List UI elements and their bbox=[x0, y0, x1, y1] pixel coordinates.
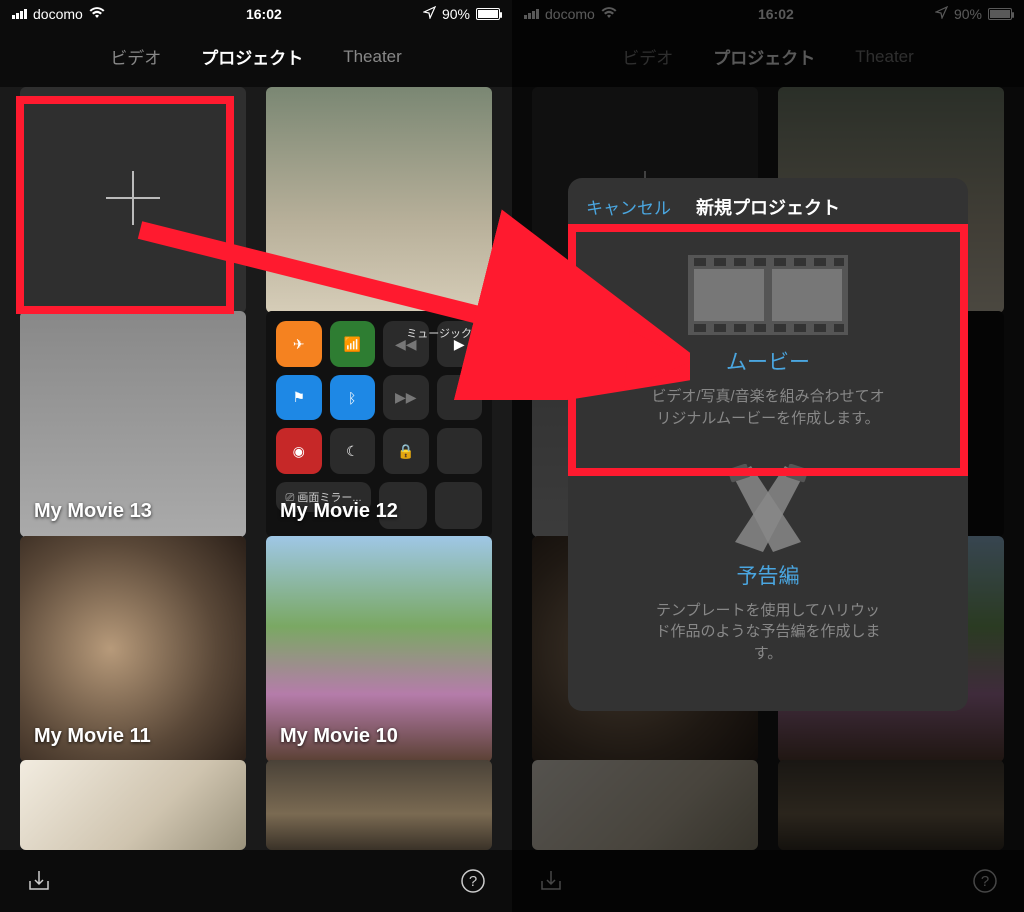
wifi-icon bbox=[89, 6, 105, 22]
top-tabs: ビデオ プロジェクト Theater bbox=[0, 28, 512, 87]
option-movie-title: ムービー bbox=[598, 346, 938, 376]
project-thumbnail bbox=[20, 760, 246, 850]
cellular-icon: 📶 bbox=[330, 321, 376, 367]
project-tile[interactable] bbox=[266, 760, 492, 850]
wifi-icon bbox=[601, 6, 617, 22]
project-title-label: My Movie 10 bbox=[280, 725, 398, 748]
phone-right: docomo 16:02 90% ビデオ プロジェクト Theater bbox=[512, 0, 1024, 912]
lock-icon: 🔒 bbox=[383, 428, 429, 474]
tab-video[interactable]: ビデオ bbox=[622, 44, 673, 69]
signal-icon bbox=[12, 9, 27, 19]
spacer bbox=[435, 482, 483, 530]
tutorial-composite: docomo 16:02 90% ビデオ プロジェクト Theater bbox=[0, 0, 1024, 912]
dnd-icon: ☾ bbox=[330, 428, 376, 474]
bluetooth-icon: ᛒ bbox=[330, 375, 376, 421]
help-button[interactable]: ? bbox=[456, 864, 490, 898]
tab-theater[interactable]: Theater bbox=[855, 47, 914, 67]
wifi-toggle-icon: ⚑ bbox=[276, 375, 322, 421]
music-next-icon: ▶▶ bbox=[383, 375, 429, 421]
signal-icon bbox=[524, 9, 539, 19]
battery-pct-label: 90% bbox=[442, 6, 470, 22]
airplane-icon: ✈ bbox=[276, 321, 322, 367]
project-title-label: My Movie 11 bbox=[34, 725, 151, 748]
project-tile[interactable] bbox=[266, 87, 492, 313]
spotlights-icon bbox=[598, 464, 938, 554]
project-thumbnail bbox=[266, 87, 492, 313]
project-tile-12[interactable]: ミュージック ✈ 📶 ◀◀ ▶ ⚑ ᛒ ▶▶ bbox=[266, 311, 492, 537]
project-title-label: My Movie 12 bbox=[280, 500, 398, 523]
new-project-modal: キャンセル 新規プロジェクト ムービー ビデオ/写真/ bbox=[568, 178, 968, 711]
help-button[interactable]: ? bbox=[968, 864, 1002, 898]
record-icon: ◉ bbox=[276, 428, 322, 474]
cc-music-label: ミュージック bbox=[406, 325, 472, 341]
project-tile bbox=[532, 760, 758, 850]
tab-project[interactable]: プロジェクト bbox=[201, 44, 303, 69]
project-tile-11[interactable]: My Movie 11 bbox=[20, 536, 246, 762]
top-tabs: ビデオ プロジェクト Theater bbox=[512, 28, 1024, 87]
battery-pct-label: 90% bbox=[954, 6, 982, 22]
plus-icon bbox=[98, 163, 168, 238]
option-trailer-desc: テンプレートを使用してハリウッ ド作品のような予告編を作成しま す。 bbox=[598, 600, 938, 665]
cancel-button[interactable]: キャンセル bbox=[586, 194, 671, 219]
tab-project[interactable]: プロジェクト bbox=[713, 44, 815, 69]
status-bar: docomo 16:02 90% bbox=[512, 0, 1024, 28]
spacer bbox=[437, 375, 483, 421]
location-icon bbox=[423, 6, 436, 22]
project-tile[interactable] bbox=[20, 760, 246, 850]
project-grid: My Movie 13 ミュージック ✈ 📶 ◀◀ ▶ ⚑ bbox=[0, 87, 512, 850]
battery-icon bbox=[476, 8, 500, 20]
import-button[interactable] bbox=[534, 864, 568, 898]
bottom-toolbar: ? bbox=[512, 850, 1024, 912]
project-thumbnail bbox=[266, 760, 492, 850]
clock-label: 16:02 bbox=[246, 6, 282, 22]
project-title-label: My Movie 13 bbox=[34, 500, 152, 523]
tab-video[interactable]: ビデオ bbox=[110, 44, 161, 69]
carrier-label: docomo bbox=[33, 6, 83, 22]
import-button[interactable] bbox=[22, 864, 56, 898]
project-tile-10[interactable]: My Movie 10 bbox=[266, 536, 492, 762]
status-bar: docomo 16:02 90% bbox=[0, 0, 512, 28]
tab-theater[interactable]: Theater bbox=[343, 47, 402, 67]
option-movie[interactable]: ムービー ビデオ/写真/音楽を組み合わせてオ リジナルムービーを作成します。 bbox=[568, 238, 968, 452]
project-tile-13[interactable]: My Movie 13 bbox=[20, 311, 246, 537]
bottom-toolbar: ? bbox=[0, 850, 512, 912]
option-movie-desc: ビデオ/写真/音楽を組み合わせてオ リジナルムービーを作成します。 bbox=[598, 386, 938, 430]
filmstrip-icon bbox=[598, 250, 938, 340]
new-project-tile[interactable] bbox=[20, 87, 246, 313]
svg-text:?: ? bbox=[469, 873, 477, 890]
phone-left: docomo 16:02 90% ビデオ プロジェクト Theater bbox=[0, 0, 512, 912]
carrier-label: docomo bbox=[545, 6, 595, 22]
svg-text:?: ? bbox=[981, 873, 989, 890]
option-trailer-title: 予告編 bbox=[598, 560, 938, 590]
spacer bbox=[437, 428, 483, 474]
location-icon bbox=[935, 6, 948, 22]
battery-icon bbox=[988, 8, 1012, 20]
project-tile bbox=[778, 760, 1004, 850]
clock-label: 16:02 bbox=[758, 6, 794, 22]
option-trailer[interactable]: 予告編 テンプレートを使用してハリウッ ド作品のような予告編を作成しま す。 bbox=[568, 452, 968, 687]
